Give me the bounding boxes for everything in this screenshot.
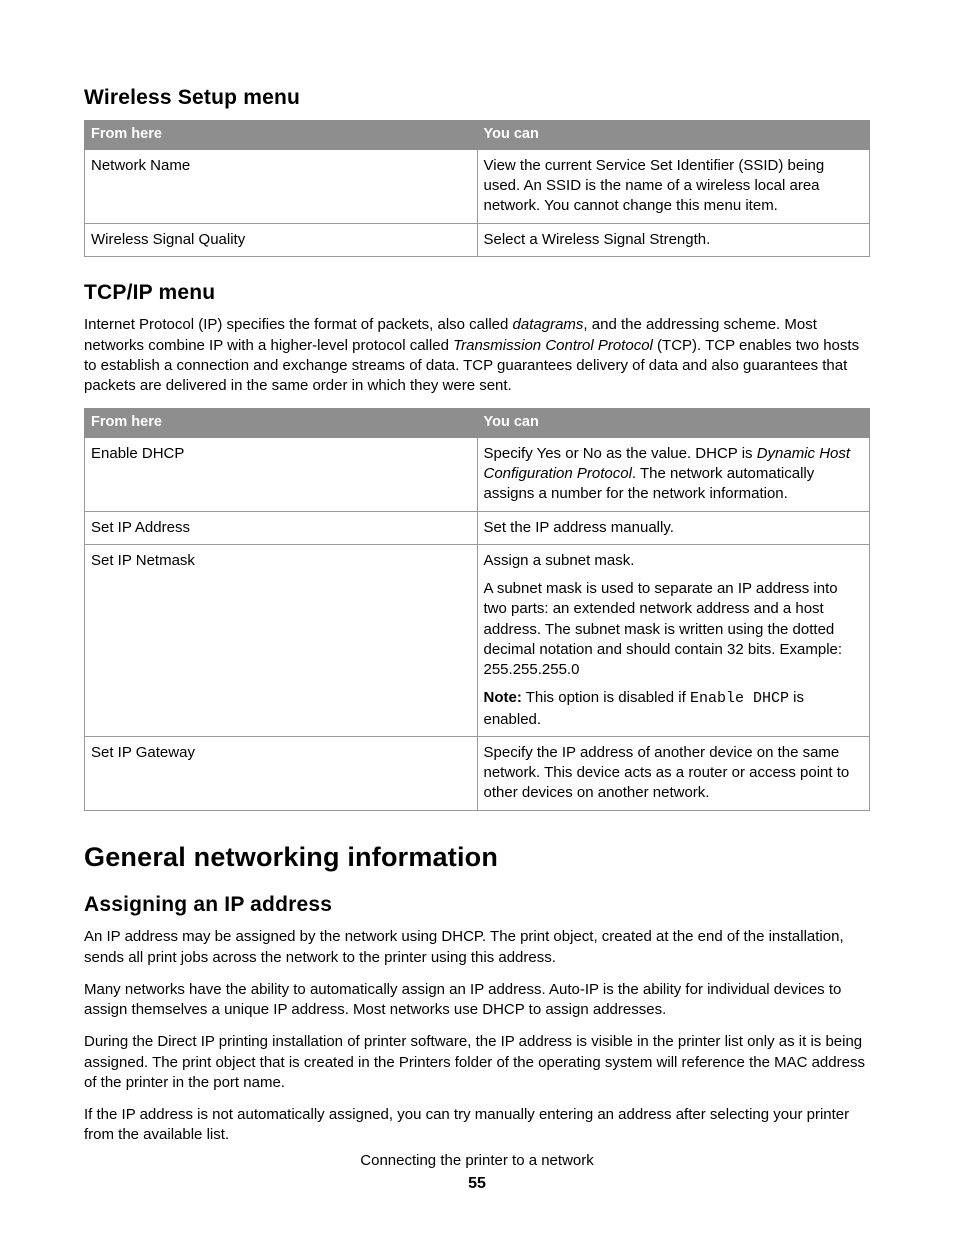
table-wireless-setup: From here You can Network Name View the … xyxy=(84,120,870,257)
cell-desc: Assign a subnet mask. A subnet mask is u… xyxy=(477,544,870,736)
footer-chapter-title: Connecting the printer to a network xyxy=(0,1151,954,1171)
heading-assigning-ip: Assigning an IP address xyxy=(84,891,870,919)
paragraph-tcpip-intro: Internet Protocol (IP) specifies the for… xyxy=(84,315,870,396)
cell-desc: View the current Service Set Identifier … xyxy=(477,149,870,223)
text: Specify Yes or No as the value. DHCP is xyxy=(484,445,757,462)
text: A subnet mask is used to separate an IP … xyxy=(484,579,864,680)
text: This option is disabled if xyxy=(522,689,690,706)
heading-general-networking: General networking information xyxy=(84,839,870,875)
table-tcpip: From here You can Enable DHCP Specify Ye… xyxy=(84,408,870,810)
italic-tcp: Transmission Control Protocol xyxy=(453,337,653,354)
table-row: Enable DHCP Specify Yes or No as the val… xyxy=(85,437,870,511)
page-footer: Connecting the printer to a network 55 xyxy=(0,1151,954,1195)
table-header-row: From here You can xyxy=(85,409,870,438)
table-header-row: From here You can xyxy=(85,121,870,150)
table-row: Set IP Address Set the IP address manual… xyxy=(85,511,870,544)
paragraph: Many networks have the ability to automa… xyxy=(84,980,870,1021)
heading-tcpip: TCP/IP menu xyxy=(84,279,870,307)
table-row: Set IP Netmask Assign a subnet mask. A s… xyxy=(85,544,870,736)
cell-item: Enable DHCP xyxy=(85,437,478,511)
table-row: Set IP Gateway Specify the IP address of… xyxy=(85,736,870,810)
cell-item: Network Name xyxy=(85,149,478,223)
th-from-here: From here xyxy=(85,409,478,438)
italic-datagrams: datagrams xyxy=(513,316,584,333)
cell-desc: Set the IP address manually. xyxy=(477,511,870,544)
note: Note: This option is disabled if Enable … xyxy=(484,688,864,730)
code-enable-dhcp: Enable DHCP xyxy=(690,690,789,707)
table-row: Wireless Signal Quality Select a Wireles… xyxy=(85,223,870,256)
cell-item: Wireless Signal Quality xyxy=(85,223,478,256)
note-label: Note: xyxy=(484,689,522,706)
paragraph: During the Direct IP printing installati… xyxy=(84,1032,870,1093)
cell-item: Set IP Netmask xyxy=(85,544,478,736)
paragraph: An IP address may be assigned by the net… xyxy=(84,927,870,968)
th-you-can: You can xyxy=(477,121,870,150)
cell-desc: Select a Wireless Signal Strength. xyxy=(477,223,870,256)
text: Assign a subnet mask. xyxy=(484,551,864,571)
text: Internet Protocol (IP) specifies the for… xyxy=(84,316,513,333)
th-you-can: You can xyxy=(477,409,870,438)
cell-item: Set IP Gateway xyxy=(85,736,478,810)
footer-page-number: 55 xyxy=(0,1173,954,1195)
cell-desc: Specify the IP address of another device… xyxy=(477,736,870,810)
heading-wireless-setup: Wireless Setup menu xyxy=(84,84,870,112)
table-row: Network Name View the current Service Se… xyxy=(85,149,870,223)
th-from-here: From here xyxy=(85,121,478,150)
cell-desc: Specify Yes or No as the value. DHCP is … xyxy=(477,437,870,511)
paragraph: If the IP address is not automatically a… xyxy=(84,1105,870,1146)
cell-item: Set IP Address xyxy=(85,511,478,544)
